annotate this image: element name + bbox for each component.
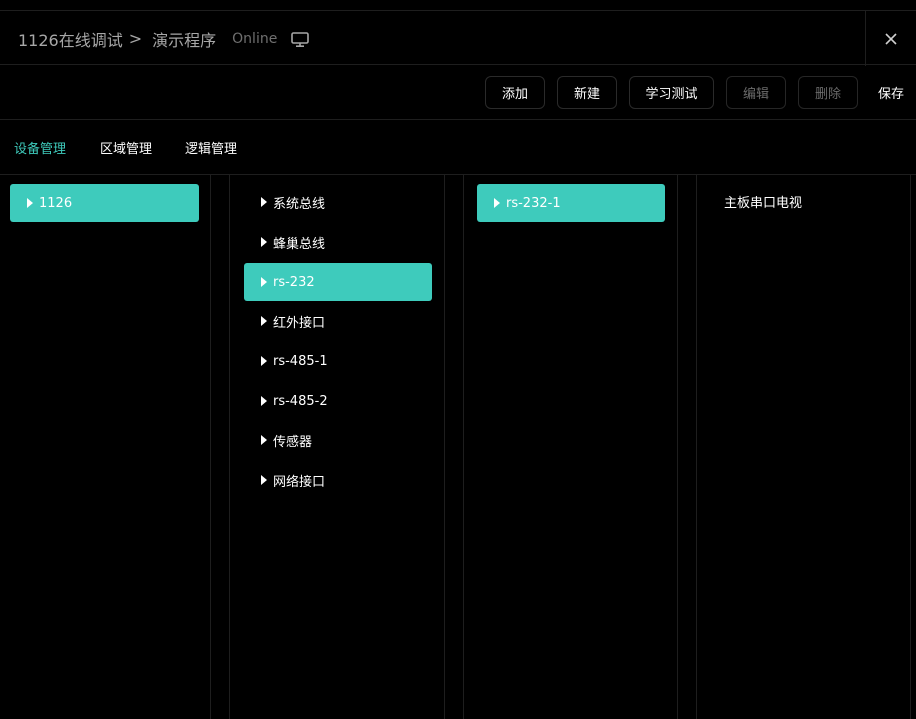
caret-right-icon [261,197,267,207]
interface-item-label: 红外接口 [273,315,326,331]
column-divider [677,175,678,719]
interface-item-label: 系统总线 [273,196,326,212]
interface-item-label: 传感器 [273,434,313,450]
caret-right-icon [261,316,267,326]
tab-device-management[interactable]: 设备管理 [14,120,66,175]
breadcrumb-separator: > [128,29,143,48]
breadcrumb-device[interactable]: 1126在线调试 [18,27,123,51]
save-button[interactable]: 保存 [878,76,904,109]
interface-item-label: 网络接口 [273,474,326,490]
delete-button[interactable]: 删除 [798,76,858,109]
caret-right-icon [261,237,267,247]
interface-item[interactable]: 传感器 [244,421,432,459]
caret-right-icon [494,198,500,208]
device-item-1126[interactable]: 1126 [10,184,199,222]
interface-item-selected[interactable]: rs-232 [244,263,432,301]
interface-item-label: rs-232 [273,274,315,290]
interface-item[interactable]: 蜂巢总线 [244,223,432,261]
column-divider [444,175,445,719]
interface-item-label: rs-485-2 [273,393,328,409]
breadcrumb-program: 演示程序 [152,30,217,50]
interface-item[interactable]: 系统总线 [244,183,432,221]
port-item-label: rs-232-1 [506,195,561,211]
caret-right-icon [261,396,267,406]
tab-logic-management[interactable]: 逻辑管理 [185,120,237,175]
tab-area-management[interactable]: 区域管理 [100,120,152,175]
caret-right-icon [261,356,267,366]
close-button[interactable] [865,11,916,66]
add-button[interactable]: 添加 [485,76,545,109]
column-divider [463,175,464,719]
dialog-header: 1126在线调试 > 演示程序 Online [0,10,916,66]
interface-item-label: rs-485-1 [273,353,328,369]
port-item-selected[interactable]: rs-232-1 [477,184,665,222]
caret-right-icon [261,475,267,485]
status-text: Online [232,30,278,47]
interface-item[interactable]: 网络接口 [244,461,432,499]
endpoint-item[interactable]: 主板串口电视 [724,182,802,220]
column-divider [229,175,230,719]
monitor-icon [290,30,310,48]
column-divider [210,175,211,719]
debug-dialog: 1126在线调试 > 演示程序 Online 添加 新建 学习测试 编辑 删除 [0,0,916,719]
caret-right-icon [261,435,267,445]
close-icon [885,32,897,45]
interface-item[interactable]: 红外接口 [244,302,432,340]
tab-bar: 设备管理 区域管理 逻辑管理 [0,120,916,175]
column-divider [910,175,911,719]
device-item-label: 1126 [39,195,73,211]
interface-item-label: 蜂巢总线 [273,236,326,252]
caret-right-icon [27,198,33,208]
column-divider [696,175,697,719]
new-button[interactable]: 新建 [557,76,617,109]
interface-item[interactable]: rs-485-2 [244,382,432,420]
toolbar: 添加 新建 学习测试 编辑 删除 保存 [0,65,916,120]
interface-item[interactable]: rs-485-1 [244,342,432,380]
learn-test-button[interactable]: 学习测试 [629,76,714,109]
edit-button[interactable]: 编辑 [726,76,786,109]
caret-right-icon [261,277,267,287]
breadcrumb: 1126在线调试 > 演示程序 Online [0,11,865,66]
